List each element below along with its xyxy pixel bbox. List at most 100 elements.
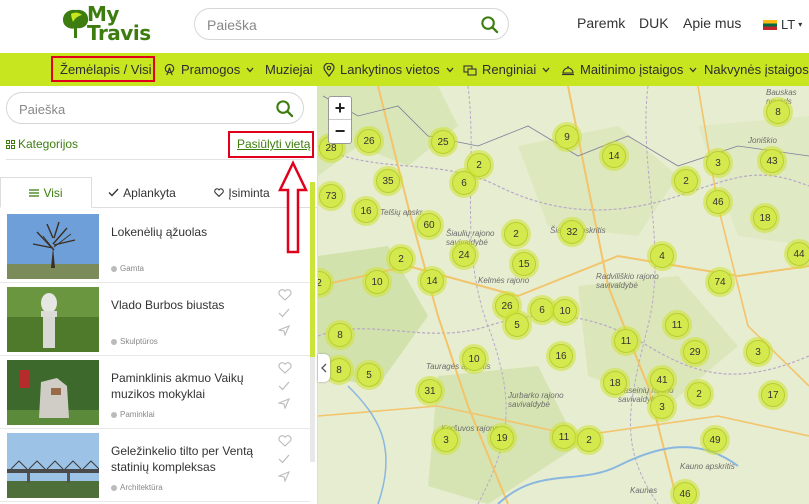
- zoom-out-button[interactable]: −: [329, 120, 351, 143]
- map-cluster-marker[interactable]: 31: [415, 376, 445, 406]
- map-cluster-marker[interactable]: 8: [763, 97, 793, 127]
- map-cluster-marker[interactable]: 2: [386, 244, 416, 274]
- map-cluster-marker[interactable]: 8: [325, 320, 355, 350]
- nav-link-paremk[interactable]: Paremk: [577, 15, 625, 31]
- search-icon[interactable]: [480, 15, 499, 34]
- map-cluster-marker[interactable]: 4: [647, 241, 677, 271]
- navigate-icon[interactable]: [278, 471, 290, 482]
- map-cluster-marker[interactable]: 35: [373, 166, 403, 196]
- header-search-input[interactable]: [207, 15, 467, 35]
- map-cluster-marker[interactable]: 10: [550, 296, 580, 326]
- map-cluster-marker[interactable]: 10: [362, 267, 392, 297]
- map-cluster-marker[interactable]: 49: [700, 425, 730, 455]
- map-cluster-marker[interactable]: 46: [670, 479, 700, 504]
- map-cluster-marker[interactable]: 74: [705, 267, 735, 297]
- grid-icon: [6, 139, 15, 149]
- map-cluster-marker[interactable]: 25: [428, 127, 458, 157]
- map-view[interactable]: Bauskas novads Telšių apskr. Šiaulių aps…: [318, 86, 809, 504]
- list-item[interactable]: Lokenėlių ąžuolas Gamta: [0, 210, 310, 283]
- map-cluster-marker[interactable]: 19: [487, 423, 517, 453]
- map-cluster-marker[interactable]: 2: [574, 425, 604, 455]
- map-cluster-marker[interactable]: 16: [546, 341, 576, 371]
- nav-item-nakvynes-istaigos[interactable]: Nakvynės įstaigos: [704, 62, 809, 77]
- tab-isiminta[interactable]: Įsiminta: [198, 177, 286, 208]
- map-cluster-marker[interactable]: 46: [703, 187, 733, 217]
- nav-link-duk[interactable]: DUK: [639, 15, 669, 31]
- check-icon[interactable]: [278, 308, 290, 318]
- nav-item-muziejai[interactable]: Muziejai: [265, 62, 313, 77]
- map-cluster-marker[interactable]: 5: [354, 360, 384, 390]
- map-cluster-marker[interactable]: 60: [414, 210, 444, 240]
- list-item[interactable]: Paminklinis akmuo Vaikų muzikos mokyklai…: [0, 356, 310, 429]
- map-cluster-marker[interactable]: 18: [750, 203, 780, 233]
- zoom-in-button[interactable]: +: [329, 97, 351, 120]
- place-thumbnail: [7, 287, 99, 352]
- cluster-count: 2: [687, 382, 711, 406]
- place-title[interactable]: Vlado Burbos biustas: [111, 297, 271, 313]
- map-cluster-marker[interactable]: 41: [647, 365, 677, 395]
- map-cluster-marker[interactable]: 14: [417, 266, 447, 296]
- map-cluster-marker[interactable]: 16: [351, 196, 381, 226]
- cloche-icon: [562, 65, 574, 75]
- search-icon[interactable]: [275, 99, 294, 118]
- place-title[interactable]: Lokenėlių ąžuolas: [111, 224, 271, 240]
- map-cluster-marker[interactable]: 26: [354, 126, 384, 156]
- map-cluster-marker[interactable]: 18: [600, 368, 630, 398]
- highlight-box: [228, 131, 314, 158]
- sidebar-collapse-button[interactable]: [318, 354, 330, 382]
- tab-visi[interactable]: Visi: [0, 177, 92, 208]
- cluster-count: 19: [490, 426, 514, 450]
- map-cluster-marker[interactable]: 10: [459, 344, 489, 374]
- map-cluster-marker[interactable]: 6: [449, 168, 479, 198]
- place-title[interactable]: Geležinkelio tilto per Ventą statinių ko…: [111, 443, 271, 475]
- list-item[interactable]: Geležinkelio tilto per Ventą statinių ko…: [0, 429, 310, 502]
- map-cluster-marker[interactable]: 11: [611, 326, 641, 356]
- map-cluster-marker[interactable]: 2: [501, 219, 531, 249]
- cluster-count: 26: [357, 129, 381, 153]
- map-cluster-marker[interactable]: 9: [552, 122, 582, 152]
- list-item[interactable]: Vlado Burbos biustas Skulptūros: [0, 283, 310, 356]
- language-selector[interactable]: LT ▾: [763, 17, 802, 32]
- mytravis-logo[interactable]: My Travis: [60, 4, 155, 46]
- map-cluster-marker[interactable]: 3: [743, 337, 773, 367]
- place-category-label: Gamta: [120, 264, 145, 273]
- nav-item-renginiai[interactable]: Renginiai: [463, 62, 555, 77]
- place-thumbnail: [7, 433, 99, 498]
- heart-icon[interactable]: [278, 435, 292, 447]
- cluster-count: 5: [505, 313, 529, 337]
- map-cluster-marker[interactable]: 14: [599, 141, 629, 171]
- nav-item-lankytinos-vietos[interactable]: Lankytinos vietos: [323, 62, 459, 77]
- check-icon[interactable]: [278, 454, 290, 464]
- heart-icon[interactable]: [278, 289, 292, 301]
- categories-toggle[interactable]: Kategorijos: [6, 137, 78, 151]
- place-title[interactable]: Paminklinis akmuo Vaikų muzikos mokyklai: [111, 370, 271, 402]
- map-cluster-marker[interactable]: 2: [684, 379, 714, 409]
- map-cluster-marker[interactable]: 43: [757, 146, 787, 176]
- map-cluster-marker[interactable]: 5: [502, 310, 532, 340]
- map-cluster-marker[interactable]: 29: [680, 337, 710, 367]
- nav-item-maitinimo-istaigos[interactable]: Maitinimo įstaigos: [561, 62, 702, 77]
- chevron-down-icon: [446, 67, 454, 72]
- map-cluster-marker[interactable]: 32: [557, 217, 587, 247]
- list-scrollbar-thumb[interactable]: [310, 182, 315, 357]
- nav-item-pramogos[interactable]: Pramogos: [163, 62, 259, 77]
- map-cluster-marker[interactable]: 3: [647, 392, 677, 422]
- map-cluster-marker[interactable]: 3: [703, 148, 733, 178]
- cluster-count: 17: [761, 383, 785, 407]
- check-icon[interactable]: [278, 381, 290, 391]
- map-cluster-marker[interactable]: 2: [671, 166, 701, 196]
- map-cluster-marker[interactable]: 11: [662, 310, 692, 340]
- heart-icon[interactable]: [278, 362, 292, 374]
- tab-aplankyta[interactable]: Aplankyta: [98, 177, 186, 208]
- map-cluster-marker[interactable]: 44: [784, 239, 809, 269]
- navigate-icon[interactable]: [278, 325, 290, 336]
- nav-link-apie-mus[interactable]: Apie mus: [683, 15, 741, 31]
- map-cluster-marker[interactable]: 17: [758, 380, 788, 410]
- cluster-count: 8: [327, 358, 351, 382]
- sidebar-search-input[interactable]: [19, 99, 259, 119]
- navigate-icon[interactable]: [278, 398, 290, 409]
- map-cluster-marker[interactable]: 15: [509, 249, 539, 279]
- header-search: [194, 8, 509, 40]
- map-cluster-marker[interactable]: 24: [449, 240, 479, 270]
- map-cluster-marker[interactable]: 3: [431, 425, 461, 455]
